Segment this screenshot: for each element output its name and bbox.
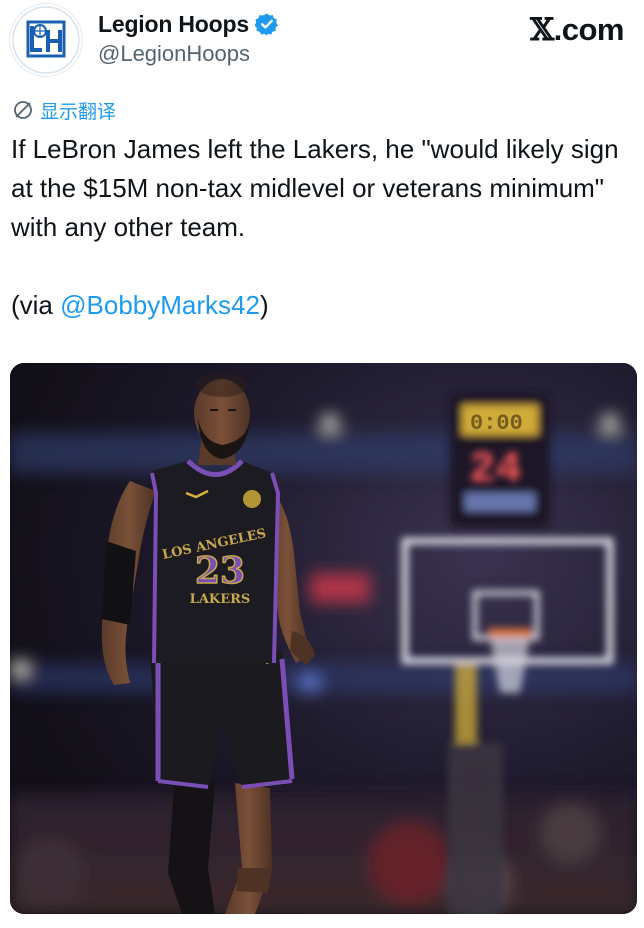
shot-clock-value: 24: [469, 445, 522, 495]
site-mark-text: .com: [553, 12, 625, 47]
x-com-mark: 𝕏.com: [530, 12, 624, 48]
via-prefix: (via: [11, 290, 61, 320]
tweet-body: If LeBron James left the Lakers, he "wou…: [11, 134, 619, 242]
tweet-text: If LeBron James left the Lakers, he "wou…: [11, 130, 631, 325]
tweet-photo[interactable]: 0:00 24 LOS ANGELES 23 LAKERS: [10, 363, 637, 914]
display-name[interactable]: Legion Hoops: [98, 11, 249, 38]
jersey-wordmark: LAKERS: [190, 592, 251, 607]
x-logo-icon: 𝕏: [530, 12, 554, 48]
mention-link[interactable]: @BobbyMarks42: [60, 290, 260, 320]
verified-badge-icon: [254, 13, 278, 36]
via-suffix: ): [259, 290, 269, 320]
name-row: Legion Hoops: [98, 9, 279, 39]
legion-hoops-logo-icon: [12, 6, 80, 74]
handle[interactable]: @LegionHoops: [98, 41, 250, 67]
jersey-number: 23: [195, 550, 245, 592]
show-translation-button[interactable]: 显示翻译: [12, 96, 116, 124]
translate-globe-icon: [14, 101, 32, 119]
translate-label: 显示翻译: [40, 100, 117, 123]
via-line: (via @BobbyMarks42): [11, 286, 631, 325]
player-photo-illustration: 0:00 24 LOS ANGELES 23 LAKERS: [10, 363, 637, 914]
avatar[interactable]: [10, 4, 82, 76]
shot-clock-top: 0:00: [470, 411, 523, 436]
